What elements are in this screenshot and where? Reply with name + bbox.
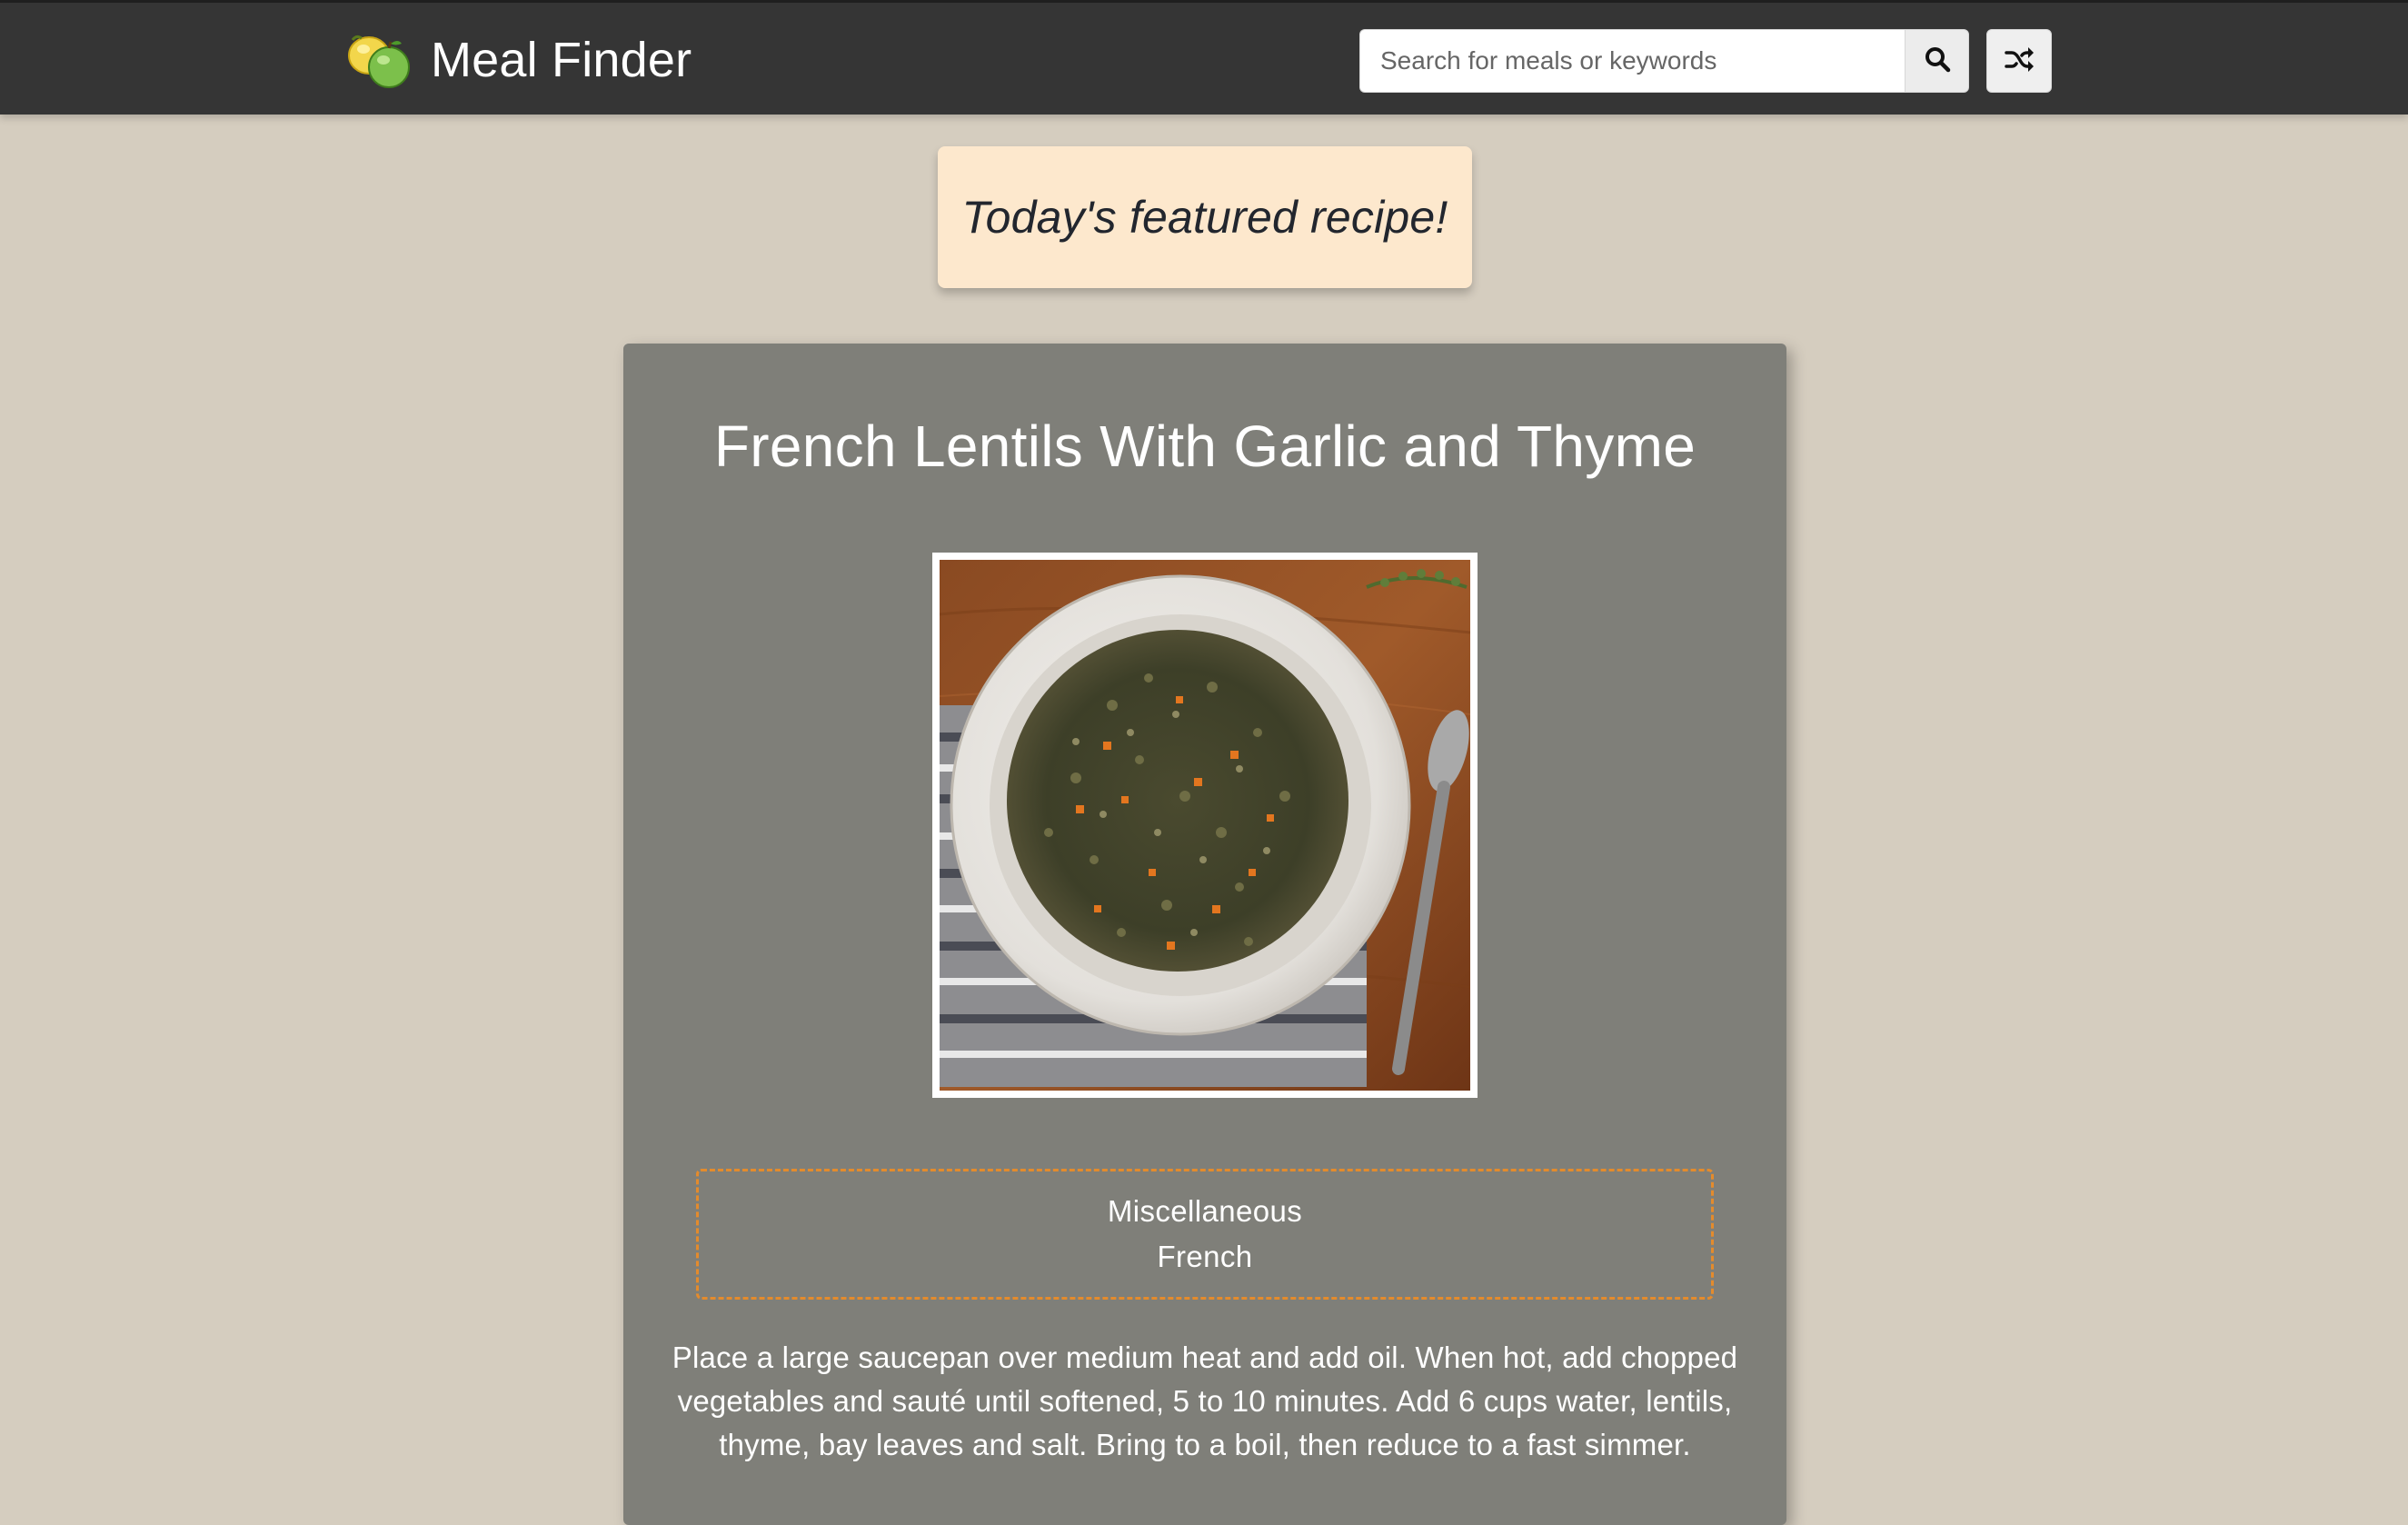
brand-title: Meal Finder: [431, 33, 692, 87]
brand[interactable]: Meal Finder: [345, 28, 692, 92]
meal-instructions: Place a large saucepan over medium heat …: [672, 1341, 1738, 1461]
meal-photo: [932, 553, 1478, 1098]
shuffle-icon: [2005, 46, 2034, 76]
meal-card: French Lentils With Garlic and Thyme Mis…: [623, 344, 1786, 1525]
search-input[interactable]: [1359, 29, 1905, 93]
random-meal-button[interactable]: [1986, 29, 2052, 93]
featured-banner: Today's featured recipe!: [938, 146, 1472, 288]
meal-tags: Miscellaneous French: [696, 1169, 1714, 1300]
search-form: [1359, 29, 1969, 93]
search-icon: [1924, 45, 1951, 77]
category-tag: Miscellaneous: [1107, 1194, 1303, 1229]
area-tag: French: [1157, 1240, 1253, 1273]
top-navbar: Meal Finder: [0, 0, 2408, 115]
meal-title: French Lentils With Garlic and Thyme: [713, 414, 1697, 479]
search-button[interactable]: [1905, 29, 1969, 93]
fruit-icon: [345, 31, 414, 89]
featured-label: Today's featured recipe!: [961, 192, 1448, 243]
